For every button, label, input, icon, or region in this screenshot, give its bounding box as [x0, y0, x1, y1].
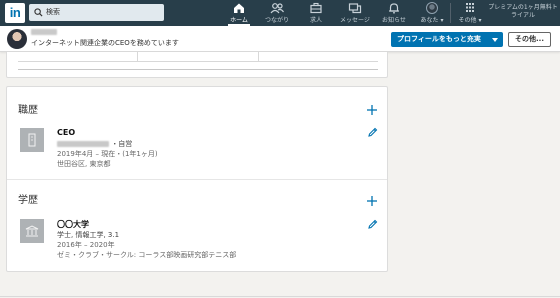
column-divider — [137, 52, 138, 61]
nav-jobs-label: 求人 — [309, 17, 322, 24]
school-icon — [25, 225, 39, 237]
background-card: 職歴 CEO ・自営 2019年4月 – 現在・(1年1ヶ月) 世田谷区, 東京… — [6, 86, 388, 272]
column-divider — [258, 52, 259, 61]
add-experience-icon[interactable] — [366, 104, 378, 116]
nav-home[interactable]: ホーム — [228, 2, 250, 26]
education-degree: 学士, 情報工学, 3.1 — [57, 231, 120, 239]
company-logo-placeholder — [20, 128, 44, 152]
network-icon — [270, 3, 284, 14]
nav-notifications-label: お知らせ — [382, 17, 406, 24]
building-icon — [28, 133, 36, 147]
top-nav: in 検索 ホーム つながり 求人 メッセージ お知らせ あなた ▾ その他 ▾… — [0, 0, 560, 26]
nav-notifications[interactable]: お知らせ — [380, 2, 408, 26]
nav-me[interactable]: あなた ▾ — [416, 2, 448, 26]
nav-me-label: あなた ▾ — [420, 17, 444, 24]
profile-avatar — [426, 2, 438, 14]
nav-divider — [450, 3, 451, 23]
section-divider — [18, 61, 378, 62]
edit-experience-icon[interactable] — [367, 127, 378, 138]
experience-role[interactable]: CEO — [57, 128, 75, 137]
add-profile-section-button[interactable]: プロフィールをもっと充実 — [391, 32, 503, 47]
page-divider — [0, 296, 560, 297]
search-icon — [34, 8, 43, 17]
premium-trial-link[interactable]: プレミアムの1ヶ月無料トライアル — [486, 4, 560, 20]
search-input[interactable]: 検索 — [29, 4, 164, 21]
experience-dates: 2019年4月 – 現在・(1年1ヶ月) — [57, 150, 158, 158]
education-title: 学歴 — [18, 195, 38, 206]
nav-messaging[interactable]: メッセージ — [338, 2, 372, 26]
search-text: 検索 — [46, 8, 60, 16]
nav-jobs[interactable]: 求人 — [306, 2, 326, 26]
school-logo-placeholder — [20, 219, 44, 243]
profile-photo[interactable] — [7, 29, 27, 49]
add-education-icon[interactable] — [366, 195, 378, 207]
profile-headline: インターネット関連企業のCEOを務めています — [31, 39, 179, 47]
profile-name-redacted — [31, 29, 57, 35]
nav-messaging-label: メッセージ — [340, 17, 370, 24]
more-button[interactable]: その他... — [508, 32, 551, 47]
experience-location: 世田谷区, 東京都 — [57, 160, 111, 168]
section-divider — [18, 69, 378, 70]
experience-company-line: ・自営 — [57, 139, 132, 149]
education-activities: ゼミ・クラブ・サークル: コーラス部映画研究部テニス部 — [57, 251, 237, 259]
profile-sticky-bar: インターネット関連企業のCEOを務めています プロフィールをもっと充実 その他.… — [0, 26, 560, 52]
nav-more[interactable]: その他 ▾ — [456, 2, 484, 26]
nav-network-label: つながり — [264, 17, 289, 24]
notifications-icon — [389, 3, 399, 14]
add-profile-section-label: プロフィールをもっと充実 — [397, 35, 481, 43]
home-icon — [234, 3, 244, 13]
nav-home-label: ホーム — [230, 17, 248, 24]
company-name-redacted — [57, 141, 109, 147]
section-divider — [7, 179, 387, 180]
jobs-icon — [310, 2, 322, 14]
previous-section-card — [6, 52, 388, 78]
caret-down-icon — [492, 38, 498, 42]
experience-title: 職歴 — [18, 105, 38, 116]
linkedin-logo[interactable]: in — [5, 3, 25, 23]
edit-education-icon[interactable] — [367, 219, 378, 230]
education-school[interactable]: 〇〇大学 — [57, 219, 89, 230]
nav-more-label: その他 ▾ — [458, 17, 482, 24]
messaging-icon — [348, 3, 362, 14]
grid-icon — [466, 3, 474, 12]
employment-type: ・自営 — [111, 140, 133, 148]
education-dates: 2016年 – 2020年 — [57, 241, 115, 249]
nav-network[interactable]: つながり — [262, 2, 292, 26]
